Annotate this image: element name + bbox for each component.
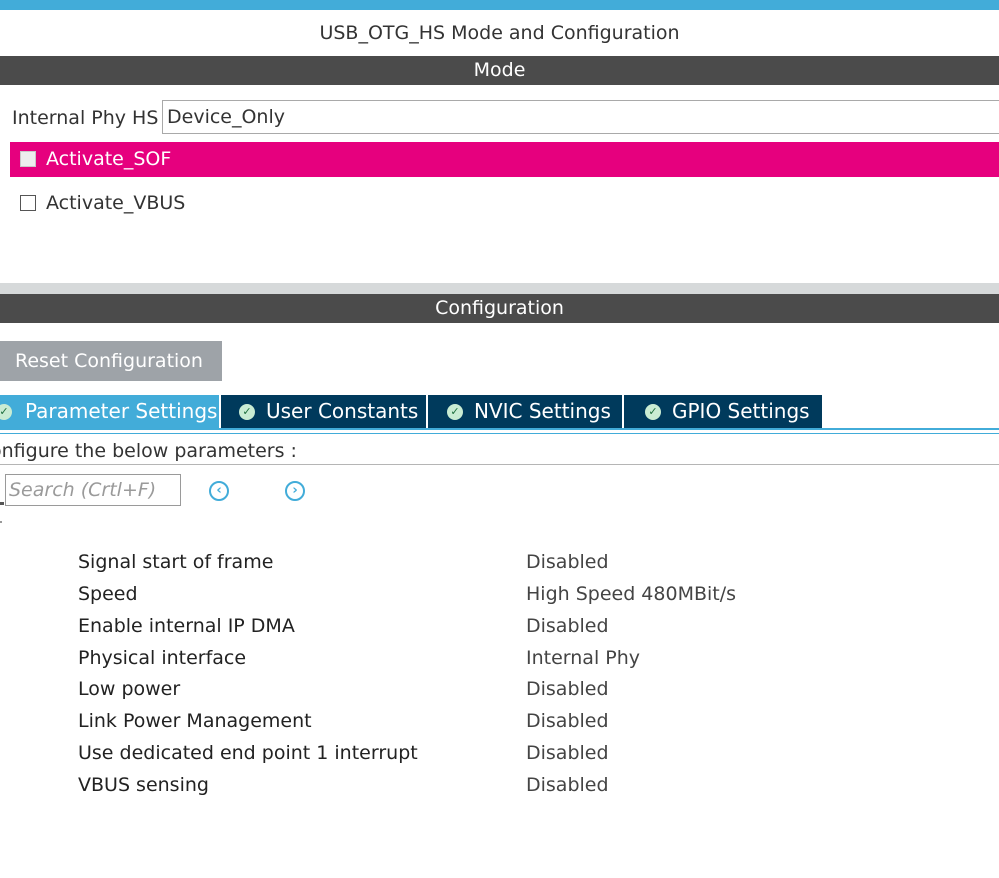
tab-label: GPIO Settings	[672, 399, 810, 423]
window-title: USB_OTG_HS Mode and Configuration	[319, 22, 680, 44]
param-row[interactable]: Signal start of frame Disabled	[0, 547, 999, 577]
search-edge	[0, 502, 4, 505]
search-input[interactable]	[5, 474, 181, 506]
param-value[interactable]: Disabled	[526, 615, 609, 637]
param-row[interactable]: Low power Disabled	[0, 674, 999, 704]
param-name: Use dedicated end point 1 interrupt	[78, 742, 418, 764]
section-separator[interactable]	[0, 283, 999, 294]
param-row[interactable]: VBUS sensing Disabled	[0, 770, 999, 800]
reset-configuration-button[interactable]: Reset Configuration	[0, 341, 222, 381]
top-accent-bar	[0, 0, 999, 10]
param-name: Signal start of frame	[78, 551, 274, 573]
tab-label: Parameter Settings	[25, 399, 218, 423]
internal-phy-select[interactable]: Device_Only	[162, 100, 999, 134]
circle-chevron-right-icon[interactable]: ›	[285, 481, 305, 501]
check-circle-icon: ✓	[0, 404, 12, 420]
tab-gpio-settings[interactable]: ✓ GPIO Settings	[624, 395, 822, 428]
divider	[0, 464, 999, 465]
activate-vbus-label: Activate_VBUS	[46, 192, 186, 214]
tab-underline	[0, 428, 999, 430]
param-value[interactable]: Disabled	[526, 710, 609, 732]
param-value[interactable]: Disabled	[526, 774, 609, 796]
tab-parameter-settings[interactable]: ✓ Parameter Settings	[0, 395, 219, 428]
param-value[interactable]: Disabled	[526, 742, 609, 764]
tree-marker	[0, 521, 2, 523]
param-name: VBUS sensing	[78, 774, 209, 796]
param-row[interactable]: Link Power Management Disabled	[0, 706, 999, 736]
param-name: Link Power Management	[78, 710, 312, 732]
activate-sof-checkbox[interactable]	[20, 151, 36, 167]
param-value[interactable]: High Speed 480MBit/s	[526, 583, 736, 605]
activate-sof-label: Activate_SOF	[46, 148, 172, 170]
mode-section-header: Mode	[0, 56, 999, 85]
tab-underline-secondary	[0, 433, 999, 434]
param-name: Enable internal IP DMA	[78, 615, 295, 637]
check-circle-icon: ✓	[447, 404, 463, 420]
tab-label: NVIC Settings	[474, 399, 611, 423]
activate-vbus-checkbox[interactable]	[20, 195, 36, 211]
param-value[interactable]: Disabled	[526, 551, 609, 573]
param-value[interactable]: Internal Phy	[526, 647, 640, 669]
param-name: Speed	[78, 583, 138, 605]
tab-user-constants[interactable]: ✓ User Constants	[221, 395, 426, 428]
configure-instructions: onfigure the below parameters :	[0, 440, 297, 462]
activate-vbus-row[interactable]: Activate_VBUS	[10, 186, 999, 221]
tab-label: User Constants	[266, 399, 419, 423]
param-row[interactable]: Physical interface Internal Phy	[0, 643, 999, 673]
tab-nvic-settings[interactable]: ✓ NVIC Settings	[428, 395, 622, 428]
param-name: Low power	[78, 678, 181, 700]
activate-sof-row[interactable]: Activate_SOF	[10, 142, 999, 177]
param-row[interactable]: Enable internal IP DMA Disabled	[0, 611, 999, 641]
param-value[interactable]: Disabled	[526, 678, 609, 700]
param-row[interactable]: Use dedicated end point 1 interrupt Disa…	[0, 738, 999, 768]
configuration-section-header: Configuration	[0, 294, 999, 323]
internal-phy-label: Internal Phy HS	[12, 107, 159, 129]
circle-chevron-left-icon[interactable]: ‹	[209, 481, 229, 501]
check-circle-icon: ✓	[645, 404, 661, 420]
param-row[interactable]: Speed High Speed 480MBit/s	[0, 579, 999, 609]
param-name: Physical interface	[78, 647, 247, 669]
check-circle-icon: ✓	[239, 404, 255, 420]
